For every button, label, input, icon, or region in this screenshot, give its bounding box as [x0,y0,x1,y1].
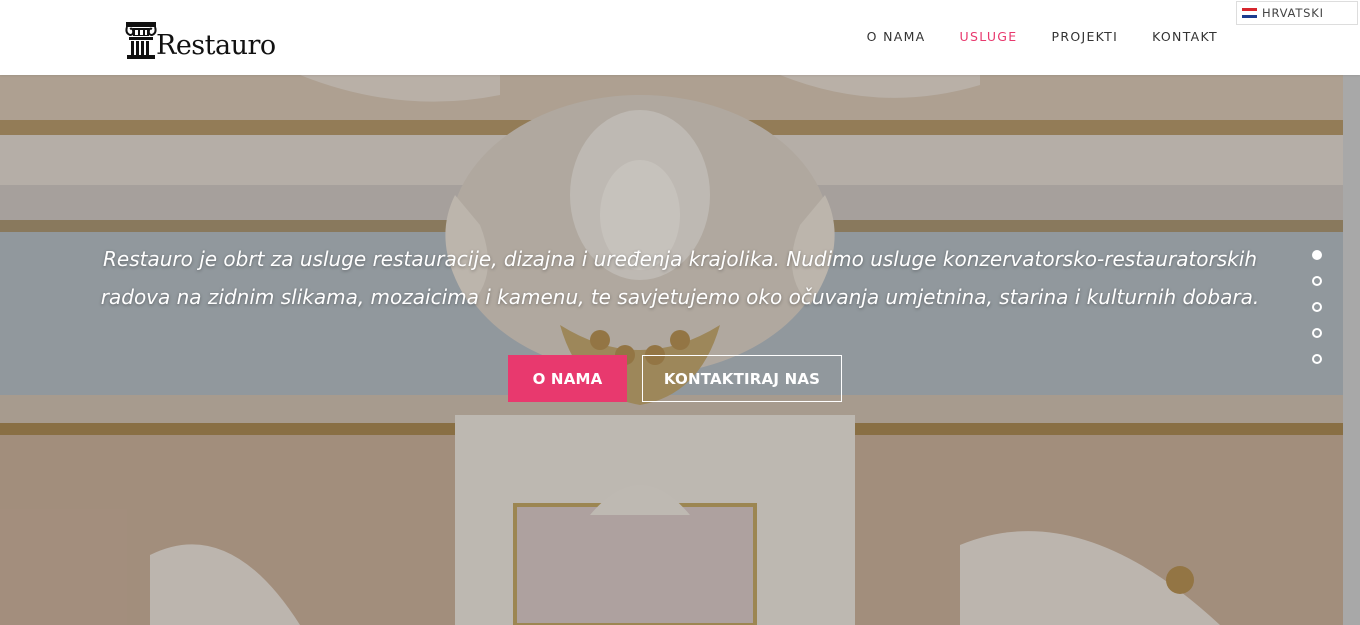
brand-name: Restauro [156,30,276,61]
hero-description: Restauro je obrt za usluge restauracije,… [100,247,1260,309]
about-button[interactable]: O NAMA [508,355,627,402]
language-selector[interactable]: HRVATSKI [1236,1,1358,25]
nav-item-kontakt[interactable]: KONTAKT [1152,29,1218,44]
slider-dot-4[interactable] [1312,328,1322,338]
slider-dot-1[interactable] [1312,250,1322,260]
slider-dot-2[interactable] [1312,276,1322,286]
hero-overlay [0,75,1343,625]
logo[interactable]: Restauro [124,16,276,60]
contact-button[interactable]: KONTAKTIRAJ NAS [642,355,842,402]
column-capital-icon [125,22,157,59]
slider-pagination [1312,250,1322,364]
language-label: HRVATSKI [1262,6,1324,20]
slider-dot-5[interactable] [1312,354,1322,364]
slider-dot-3[interactable] [1312,302,1322,312]
main-nav: O NAMA USLUGE PROJEKTI KONTAKT [833,29,1218,44]
nav-item-o-nama[interactable]: O NAMA [867,29,926,44]
hero-slider: Restauro je obrt za usluge restauracije,… [0,75,1343,625]
site-header: Restauro O NAMA USLUGE PROJEKTI KONTAKT [0,0,1360,75]
croatia-flag-icon [1242,8,1257,18]
nav-item-projekti[interactable]: PROJEKTI [1052,29,1119,44]
nav-item-usluge[interactable]: USLUGE [960,29,1018,44]
page-scrollbar-thumb[interactable] [1343,75,1360,625]
